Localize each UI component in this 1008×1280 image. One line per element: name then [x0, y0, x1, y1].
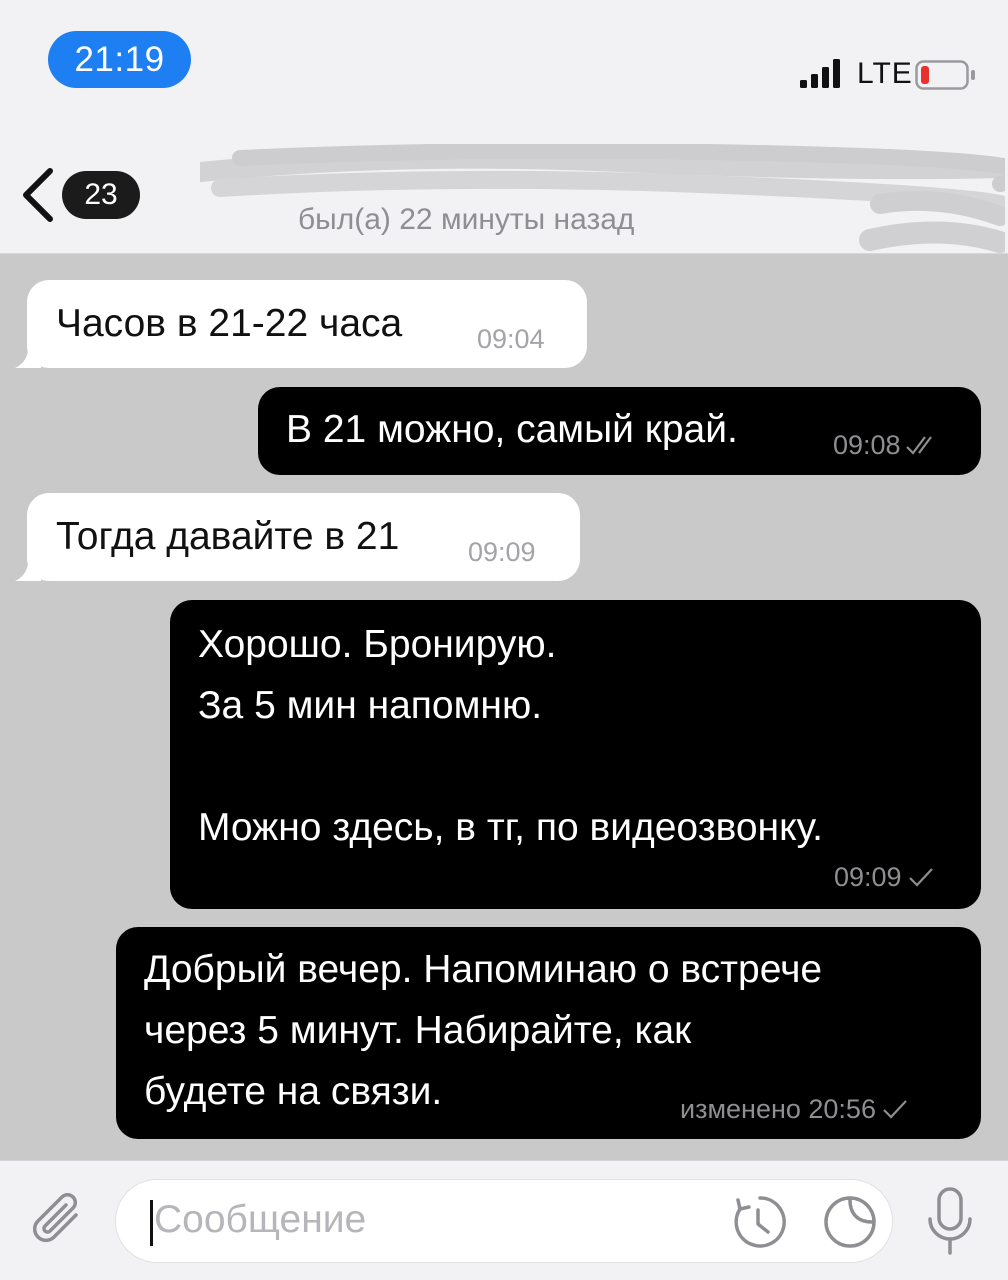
message-input[interactable]: Сообщение: [115, 1179, 893, 1263]
text-caret: [150, 1200, 153, 1246]
message-timestamp: изменено 20:56: [680, 1094, 876, 1124]
message-time: 09:09: [834, 862, 940, 892]
message-text: Хорошо. Бронирую. За 5 мин напомню. Можн…: [198, 623, 824, 849]
status-bar: 21:19 LTE: [0, 0, 1008, 130]
unread-count-badge: 23: [62, 171, 140, 219]
incoming-message-bubble[interactable]: Тогда давайте в 21 09:09: [15, 493, 580, 581]
battery-icon: [915, 60, 975, 90]
message-time: 09:08: [833, 430, 939, 460]
signal-strength-icon: [800, 59, 840, 88]
message-timestamp: 09:09: [834, 862, 902, 892]
message-time: 09:09: [468, 537, 536, 567]
single-check-icon: [908, 868, 933, 887]
bubble-tail: [15, 555, 41, 581]
incoming-message-bubble[interactable]: Часов в 21-22 часа 09:04: [15, 280, 587, 368]
sticker-icon[interactable]: [820, 1192, 880, 1252]
message-timestamp: 09:09: [468, 537, 536, 567]
message-time: 09:04: [477, 324, 545, 354]
message-timestamp: 09:04: [477, 324, 545, 354]
double-check-icon: [905, 436, 932, 455]
redaction-scribble: [200, 144, 1005, 253]
message-input-placeholder: Сообщение: [154, 1198, 367, 1241]
paperclip-icon[interactable]: [26, 1189, 90, 1253]
message-text: Часов в 21-22 часа: [56, 302, 403, 345]
chat-header: 23 был(а) 22 минуты назад: [0, 130, 1008, 254]
message-text: Тогда давайте в 21: [56, 515, 400, 558]
message-timestamp: 09:08: [833, 430, 901, 460]
bubble-tail: [15, 342, 41, 368]
message-text: В 21 можно, самый край.: [286, 408, 738, 451]
outgoing-message-bubble[interactable]: Хорошо. Бронирую. За 5 мин напомню. Можн…: [170, 600, 981, 909]
last-seen-status: был(а) 22 минуты назад: [298, 203, 635, 236]
outgoing-message-bubble[interactable]: В 21 можно, самый край. 09:08: [258, 387, 981, 475]
message-time: изменено 20:56: [680, 1094, 914, 1124]
back-button[interactable]: 23: [18, 165, 143, 225]
clock-icon[interactable]: [730, 1192, 790, 1252]
network-type-label: LTE: [857, 57, 913, 90]
chevron-left-icon: [23, 168, 53, 222]
single-check-icon: [883, 1100, 907, 1119]
message-input-bar: Сообщение: [0, 1160, 1008, 1280]
outgoing-message-bubble[interactable]: Добрый вечер. Напоминаю о встрече через …: [116, 927, 981, 1139]
status-time: 21:19: [48, 31, 191, 88]
message-list: Часов в 21-22 часа 09:04 В 21 можно, сам…: [0, 254, 1008, 1160]
microphone-icon[interactable]: [920, 1185, 980, 1259]
